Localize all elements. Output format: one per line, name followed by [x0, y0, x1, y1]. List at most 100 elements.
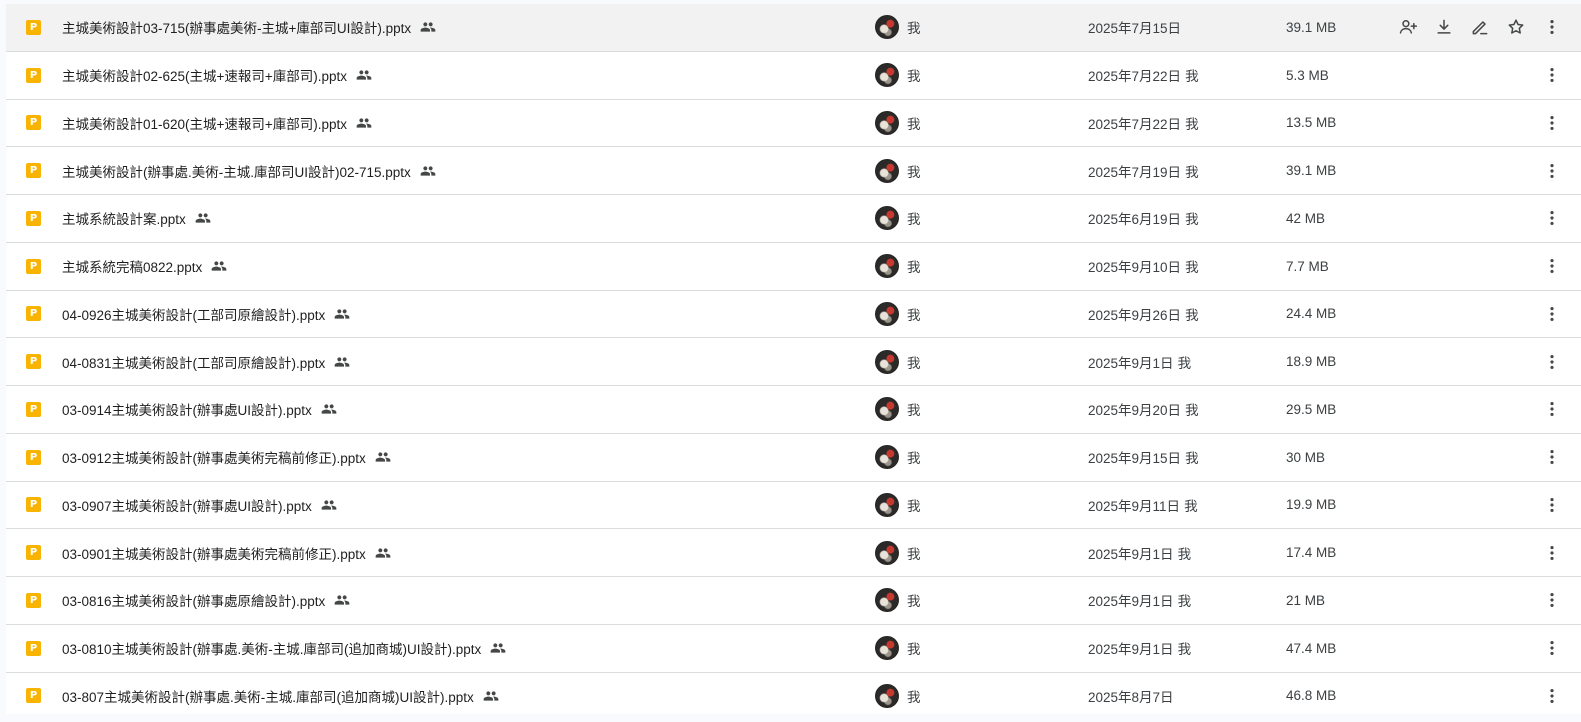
shared-people-icon [490, 640, 506, 656]
modified-date: 2025年6月19日 [1088, 212, 1182, 228]
owner-name: 我 [907, 260, 921, 276]
slides-file-icon: P [26, 688, 41, 704]
file-row[interactable]: P 主城系統完稿0822.pptx 我 2025年9月10日 我 7.7 MB [6, 242, 1581, 291]
modified-by: 我 [1185, 451, 1199, 467]
slides-file-icon: P [26, 354, 41, 370]
owner-name: 我 [907, 689, 921, 705]
file-name[interactable]: 主城系統完稿0822.pptx [62, 256, 202, 276]
file-row[interactable]: P 03-0901主城美術設計(辦事處美術完稿前修正).pptx 我 2025年… [6, 529, 1581, 577]
slides-file-icon: P [26, 401, 41, 417]
file-name[interactable]: 主城系統設計案.pptx [62, 208, 186, 228]
file-size: 13.5 MB [1286, 115, 1337, 131]
file-size: 7.7 MB [1286, 258, 1329, 274]
owner-name: 我 [907, 403, 921, 419]
file-row[interactable]: P 03-0816主城美術設計(辦事處原繪設計).pptx 我 2025年9月1… [6, 577, 1581, 625]
file-name[interactable]: 主城美術設計02-625(主城+速報司+庫部司).pptx [62, 65, 347, 85]
more-actions-icon[interactable] [1540, 159, 1564, 183]
download-icon[interactable] [1432, 15, 1456, 39]
file-name[interactable]: 03-0901主城美術設計(辦事處美術完稿前修正).pptx [62, 543, 366, 563]
file-size: 19.9 MB [1286, 497, 1337, 513]
slides-file-icon: P [26, 545, 41, 561]
file-name[interactable]: 03-0810主城美術設計(辦事處.美術-主城.庫部司(追加商城)UI設計).p… [62, 638, 481, 658]
more-actions-icon[interactable] [1540, 684, 1564, 708]
owner-avatar [875, 110, 899, 135]
shared-people-icon [356, 67, 372, 83]
file-size: 39.1 MB [1286, 163, 1337, 179]
modified-by: 我 [1185, 116, 1199, 132]
file-size: 47.4 MB [1286, 640, 1337, 656]
file-size: 39.1 MB [1286, 19, 1337, 35]
rename-icon[interactable] [1468, 15, 1492, 39]
modified-date: 2025年7月19日 [1088, 164, 1182, 180]
modified-by: 我 [1185, 69, 1199, 85]
owner-avatar [875, 397, 899, 422]
owner-name: 我 [907, 307, 921, 323]
file-name[interactable]: 04-0831主城美術設計(工部司原繪設計).pptx [62, 352, 325, 372]
owner-avatar [875, 301, 899, 326]
file-row[interactable]: P 04-0831主城美術設計(工部司原繪設計).pptx 我 2025年9月1… [6, 338, 1581, 386]
owner-avatar [875, 15, 899, 40]
owner-name: 我 [907, 116, 921, 132]
file-row[interactable]: P 主城美術設計01-620(主城+速報司+庫部司).pptx 我 2025年7… [6, 99, 1581, 148]
file-size: 24.4 MB [1286, 306, 1337, 322]
shared-people-icon [321, 401, 337, 417]
file-row[interactable]: P 主城美術設計02-625(主城+速報司+庫部司).pptx 我 2025年7… [6, 51, 1581, 100]
more-actions-icon[interactable] [1540, 206, 1564, 230]
slides-file-icon: P [26, 497, 41, 513]
more-actions-icon[interactable] [1540, 15, 1564, 39]
file-row[interactable]: P 主城美術設計(辦事處.美術-主城.庫部司UI設計)02-715.pptx 我… [6, 147, 1581, 195]
modified-date: 2025年9月11日 [1088, 498, 1181, 514]
file-row[interactable]: P 主城系統設計案.pptx 我 2025年6月19日 我 42 MB [6, 195, 1581, 243]
file-name[interactable]: 主城美術設計03-715(辦事處美術-主城+庫部司UI設計).pptx [62, 17, 411, 37]
more-actions-icon[interactable] [1540, 493, 1564, 517]
modified-date: 2025年9月1日 [1088, 642, 1174, 658]
shared-people-icon [211, 258, 227, 274]
owner-name: 我 [907, 642, 921, 658]
file-name[interactable]: 03-0912主城美術設計(辦事處美術完稿前修正).pptx [62, 447, 366, 467]
owner-name: 我 [907, 21, 921, 37]
more-actions-icon[interactable] [1540, 350, 1564, 374]
file-size: 30 MB [1286, 449, 1326, 465]
file-name[interactable]: 主城美術設計01-620(主城+速報司+庫部司).pptx [62, 113, 347, 133]
slides-file-icon: P [26, 306, 41, 322]
more-actions-icon[interactable] [1540, 588, 1564, 612]
file-size: 29.5 MB [1286, 401, 1337, 417]
modified-by: 我 [1184, 498, 1198, 514]
modified-by: 我 [1185, 164, 1199, 180]
more-actions-icon[interactable] [1540, 397, 1564, 421]
file-name[interactable]: 主城美術設計(辦事處.美術-主城.庫部司UI設計)02-715.pptx [62, 161, 411, 181]
file-row[interactable]: P 03-0907主城美術設計(辦事處UI設計).pptx 我 2025年9月1… [6, 481, 1581, 530]
shared-people-icon [334, 306, 350, 322]
file-row[interactable]: P 03-0912主城美術設計(辦事處美術完稿前修正).pptx 我 2025年… [6, 433, 1581, 482]
more-actions-icon[interactable] [1540, 63, 1564, 87]
modified-date: 2025年7月22日 [1088, 116, 1182, 132]
file-list: P 主城美術設計03-715(辦事處美術-主城+庫部司UI設計).pptx 我 … [6, 4, 1581, 714]
file-row[interactable]: P 04-0926主城美術設計(工部司原繪設計).pptx 我 2025年9月2… [6, 290, 1581, 339]
shared-people-icon [321, 497, 337, 513]
file-name[interactable]: 03-807主城美術設計(辦事處.美術-主城.庫部司(追加商城)UI設計).pp… [62, 686, 474, 706]
owner-avatar [875, 63, 899, 88]
more-actions-icon[interactable] [1540, 541, 1564, 565]
file-name[interactable]: 03-0914主城美術設計(辦事處UI設計).pptx [62, 399, 312, 419]
slides-file-icon: P [26, 640, 41, 656]
file-name[interactable]: 04-0926主城美術設計(工部司原繪設計).pptx [62, 304, 325, 324]
owner-avatar [875, 254, 899, 279]
modified-date: 2025年9月26日 [1088, 307, 1182, 323]
more-actions-icon[interactable] [1540, 445, 1564, 469]
more-actions-icon[interactable] [1540, 111, 1564, 135]
owner-avatar [875, 158, 899, 183]
file-row[interactable]: P 03-807主城美術設計(辦事處.美術-主城.庫部司(追加商城)UI設計).… [6, 672, 1581, 714]
file-row[interactable]: P 主城美術設計03-715(辦事處美術-主城+庫部司UI設計).pptx 我 … [6, 4, 1581, 52]
star-icon[interactable] [1504, 15, 1528, 39]
owner-name: 我 [907, 498, 921, 514]
modified-date: 2025年7月15日 [1088, 21, 1182, 37]
file-name[interactable]: 03-0907主城美術設計(辦事處UI設計).pptx [62, 495, 312, 515]
more-actions-icon[interactable] [1540, 302, 1564, 326]
share-icon[interactable] [1396, 15, 1420, 39]
more-actions-icon[interactable] [1540, 636, 1564, 660]
more-actions-icon[interactable] [1540, 254, 1564, 278]
file-row[interactable]: P 03-0914主城美術設計(辦事處UI設計).pptx 我 2025年9月2… [6, 386, 1581, 434]
slides-file-icon: P [26, 19, 41, 35]
file-name[interactable]: 03-0816主城美術設計(辦事處原繪設計).pptx [62, 590, 325, 610]
file-row[interactable]: P 03-0810主城美術設計(辦事處.美術-主城.庫部司(追加商城)UI設計)… [6, 624, 1581, 673]
